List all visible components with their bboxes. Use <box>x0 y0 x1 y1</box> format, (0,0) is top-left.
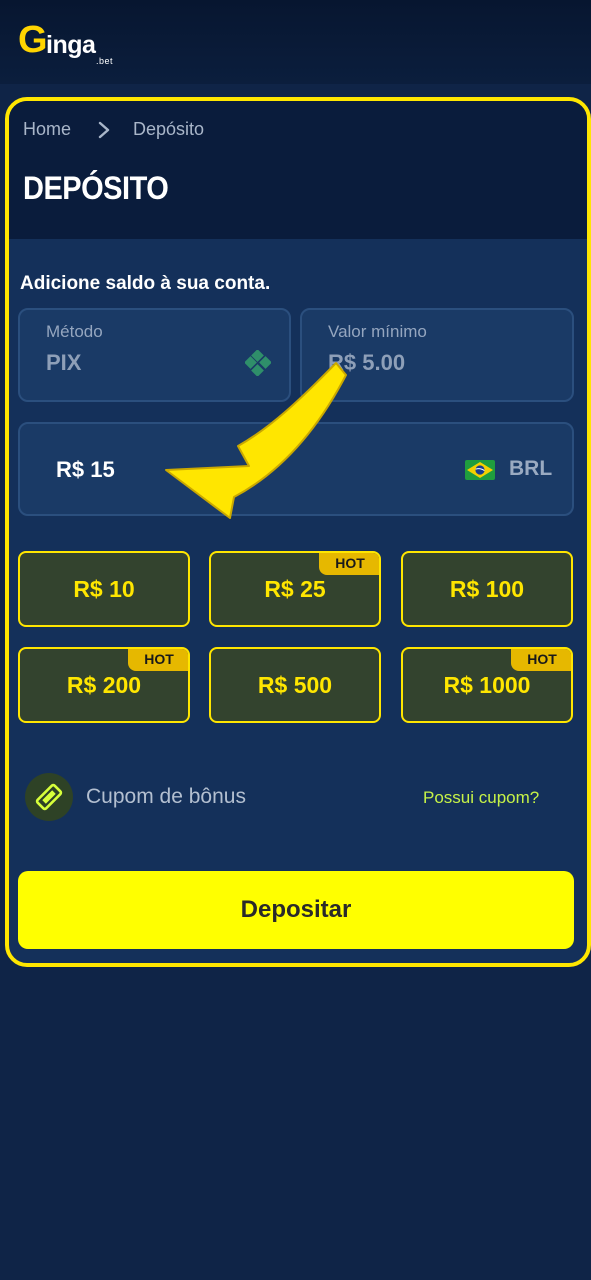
ticket-icon-glyph <box>35 783 63 811</box>
preset-amount-button[interactable]: R$ 25 HOT <box>209 551 381 627</box>
have-coupon-link[interactable]: Possui cupom? <box>423 788 539 808</box>
min-value-field: Valor mínimo R$ 5.00 <box>300 308 574 402</box>
method-label: Método <box>46 322 103 341</box>
currency-label: BRL <box>509 457 553 480</box>
hot-badge: HOT <box>128 649 188 671</box>
page-title: DEPÓSITO <box>23 171 169 207</box>
preset-amount-button[interactable]: R$ 10 <box>18 551 190 627</box>
preset-amount-button[interactable]: R$ 200 HOT <box>18 647 190 723</box>
chevron-right-icon <box>98 121 110 138</box>
preset-amount-button[interactable]: R$ 500 <box>209 647 381 723</box>
payment-method-field[interactable]: Método PIX <box>18 308 291 402</box>
preset-amount-button[interactable]: R$ 1000 HOT <box>401 647 573 723</box>
method-value: PIX <box>46 350 82 375</box>
ginga-bet-logo[interactable]: G inga .bet <box>18 20 128 68</box>
page-subtitle: Adicione saldo à sua conta. <box>20 273 271 294</box>
min-value-label: Valor mínimo <box>328 322 427 341</box>
breadcrumb: Home Depósito <box>23 119 204 140</box>
preset-amount-label: R$ 100 <box>449 575 525 602</box>
logo-suffix: .bet <box>96 56 114 66</box>
logo-text: inga <box>46 31 96 59</box>
breadcrumb-home[interactable]: Home <box>23 119 71 140</box>
preset-amount-label: R$ 1000 <box>443 671 531 698</box>
min-value-value: R$ 5.00 <box>328 350 406 375</box>
deposit-panel: Home Depósito DEPÓSITO Adicione saldo à … <box>5 97 591 967</box>
hot-badge: HOT <box>319 553 379 575</box>
page-header-section: Home Depósito DEPÓSITO <box>9 101 587 239</box>
preset-amount-label: R$ 25 <box>264 575 326 602</box>
coupon-label: Cupom de bônus <box>86 785 246 808</box>
preset-amount-label: R$ 500 <box>257 671 333 698</box>
ticket-icon <box>25 773 73 821</box>
logo-letter: G <box>18 19 48 61</box>
brazil-flag-icon <box>465 460 495 480</box>
preset-amount-button[interactable]: R$ 100 <box>401 551 573 627</box>
preset-amount-label: R$ 200 <box>66 671 142 698</box>
amount-field[interactable]: BRL <box>18 422 574 516</box>
app-header: G inga .bet <box>0 0 591 84</box>
hot-badge: HOT <box>511 649 571 671</box>
preset-amount-label: R$ 10 <box>73 575 135 602</box>
breadcrumb-current: Depósito <box>133 119 205 139</box>
deposit-button[interactable]: Depositar <box>18 871 574 949</box>
pix-icon <box>245 350 271 376</box>
amount-input[interactable] <box>56 450 356 490</box>
